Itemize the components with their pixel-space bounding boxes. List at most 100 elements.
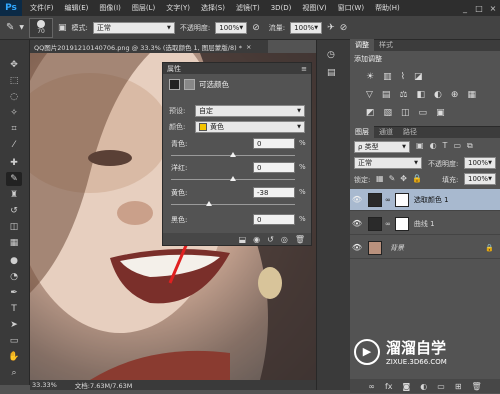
curves-icon[interactable]: ⌇ <box>401 72 405 82</box>
preset-select[interactable]: 自定 ▼ <box>195 105 305 117</box>
close-window-button[interactable]: × <box>486 0 500 16</box>
hue-saturation-icon[interactable]: ▤ <box>382 90 391 100</box>
threshold-icon[interactable]: ◫ <box>401 108 410 118</box>
dodge-tool-icon[interactable]: ◔ <box>6 270 22 284</box>
brush-panel-icon[interactable]: ▣ <box>58 23 67 33</box>
menu-image[interactable]: 图像(I) <box>99 3 121 13</box>
add-mask-icon[interactable]: ◙ <box>403 382 411 391</box>
magenta-slider-thumb[interactable] <box>230 176 236 181</box>
brightness-icon[interactable]: ☀ <box>366 72 374 82</box>
blend-mode-select[interactable]: 正常 ▼ <box>354 157 422 169</box>
smart-filter-icon[interactable]: ⧉ <box>467 141 473 151</box>
cyan-slider-thumb[interactable] <box>230 152 236 157</box>
type-tool-icon[interactable]: T <box>6 302 22 316</box>
panel-menu-icon[interactable]: ≡ <box>301 65 307 73</box>
adjust-filter-icon[interactable]: ◐ <box>430 141 437 151</box>
fx-icon[interactable]: fx <box>385 382 393 391</box>
menu-filter[interactable]: 滤镜(T) <box>236 3 260 13</box>
menu-type[interactable]: 文字(Y) <box>166 3 190 13</box>
channel-mixer-icon[interactable]: ⊕ <box>451 90 459 100</box>
gradient-map-icon[interactable]: ▭ <box>419 108 428 118</box>
magenta-field[interactable]: 0 <box>253 162 295 173</box>
brush-tool-icon[interactable]: ✎ <box>6 22 14 33</box>
visibility-icon[interactable]: ◎ <box>281 235 288 244</box>
vibrance-icon[interactable]: ▽ <box>366 90 373 100</box>
lock-all-icon[interactable]: 🔒 <box>412 174 422 183</box>
yellow-slider-track[interactable] <box>171 204 295 205</box>
layer-filter-select[interactable]: ρ 类型 ▼ <box>354 141 410 153</box>
invert-icon[interactable]: ◩ <box>366 108 375 118</box>
tab-layers[interactable]: 图层 <box>350 126 374 138</box>
history-panel-icon[interactable]: ◷ <box>327 50 335 60</box>
flow-field[interactable]: 100% ▼ <box>290 21 323 34</box>
tab-paths[interactable]: 路径 <box>398 126 422 138</box>
new-group-icon[interactable]: ▭ <box>437 382 445 391</box>
delete-icon[interactable]: 🗑 <box>295 235 305 244</box>
minimize-button[interactable]: _ <box>458 0 472 16</box>
opacity-field[interactable]: 100% ▼ <box>215 21 248 34</box>
menu-layer[interactable]: 图层(L) <box>132 3 155 13</box>
layer-opacity-field[interactable]: 100% ▼ <box>464 157 496 169</box>
type-filter-icon[interactable]: T <box>443 141 448 151</box>
healing-brush-tool-icon[interactable]: ✚ <box>6 156 22 170</box>
layer-mask-thumb[interactable] <box>394 192 409 207</box>
layer-row-background[interactable]: 👁 背景 🔒 <box>350 237 500 259</box>
zoom-level[interactable]: 33.33% <box>32 381 57 389</box>
menu-edit[interactable]: 编辑(E) <box>65 3 89 13</box>
delete-layer-icon[interactable]: 🗑 <box>472 382 482 391</box>
layer-mask-thumb[interactable] <box>394 216 409 231</box>
pressure-size-icon[interactable]: ⊘ <box>340 23 348 33</box>
color-balance-icon[interactable]: ⚖ <box>399 90 407 100</box>
color-lookup-icon[interactable]: ▦ <box>467 90 476 100</box>
document-info[interactable]: 文档:7.63M/7.63M <box>75 380 133 390</box>
lock-transparent-icon[interactable]: ▦ <box>376 174 384 183</box>
brush-tool-icon[interactable]: ✎ <box>6 172 22 186</box>
cyan-field[interactable]: 0 <box>253 138 295 149</box>
menu-help[interactable]: 帮助(H) <box>375 3 400 13</box>
layer-row-selective-color[interactable]: 👁 ∞ 选取颜色 1 <box>350 189 500 211</box>
fill-field[interactable]: 100% ▼ <box>464 173 496 185</box>
quick-select-tool-icon[interactable]: ✧ <box>6 106 22 120</box>
menu-file[interactable]: 文件(F) <box>30 3 54 13</box>
airbrush-icon[interactable]: ✈ <box>327 23 335 33</box>
zoom-tool-icon[interactable]: ⌕ <box>6 366 22 380</box>
yellow-field[interactable]: -38 <box>253 187 295 198</box>
menu-window[interactable]: 窗口(W) <box>338 3 364 13</box>
black-white-icon[interactable]: ◧ <box>417 90 426 100</box>
clone-stamp-tool-icon[interactable]: ♜ <box>6 188 22 202</box>
mode-select[interactable]: 正常 ▼ <box>92 21 175 34</box>
yellow-slider-thumb[interactable] <box>206 201 213 206</box>
link-layers-icon[interactable]: ∞ <box>368 382 375 391</box>
lock-image-icon[interactable]: ✎ <box>389 174 396 183</box>
menu-3d[interactable]: 3D(D) <box>271 4 292 12</box>
black-field[interactable]: 0 <box>253 214 295 225</box>
pen-tool-icon[interactable]: ✒ <box>6 286 22 300</box>
eye-icon[interactable]: 👁 <box>350 195 364 204</box>
gradient-tool-icon[interactable]: ▦ <box>6 236 22 250</box>
marquee-tool-icon[interactable]: ⬚ <box>6 74 22 88</box>
chevron-down-icon[interactable]: ▼ <box>19 24 24 31</box>
shape-tool-icon[interactable]: ▭ <box>6 334 22 348</box>
hand-tool-icon[interactable]: ✋ <box>6 350 22 364</box>
reset-icon[interactable]: ↺ <box>267 235 274 244</box>
new-layer-icon[interactable]: ⊞ <box>455 382 462 391</box>
path-select-tool-icon[interactable]: ➤ <box>6 318 22 332</box>
maximize-button[interactable]: □ <box>472 0 486 16</box>
document-tab[interactable]: QQ图片20191210140706.png @ 33.3% (选取颜色 1, … <box>30 40 268 53</box>
posterize-icon[interactable]: ▧ <box>384 108 393 118</box>
properties-panel-icon[interactable]: ▤ <box>327 68 336 78</box>
exposure-icon[interactable]: ◪ <box>414 72 423 82</box>
layer-row-curves[interactable]: 👁 ∞ 曲线 1 <box>350 213 500 235</box>
tab-styles[interactable]: 样式 <box>374 39 398 51</box>
menu-view[interactable]: 视图(V) <box>302 3 326 13</box>
new-adjustment-icon[interactable]: ◐ <box>420 382 427 391</box>
eye-icon[interactable]: 👁 <box>350 243 364 252</box>
blur-tool-icon[interactable]: ● <box>6 254 22 268</box>
lasso-tool-icon[interactable]: ◌ <box>6 90 22 104</box>
eraser-tool-icon[interactable]: ◫ <box>6 220 22 234</box>
clip-to-layer-icon[interactable]: ⬓ <box>239 235 247 244</box>
brush-preset-picker[interactable]: 70 <box>29 17 54 38</box>
shape-filter-icon[interactable]: ▭ <box>453 141 461 151</box>
eye-icon[interactable]: 👁 <box>350 219 364 228</box>
selective-color-icon[interactable]: ▣ <box>436 108 445 118</box>
